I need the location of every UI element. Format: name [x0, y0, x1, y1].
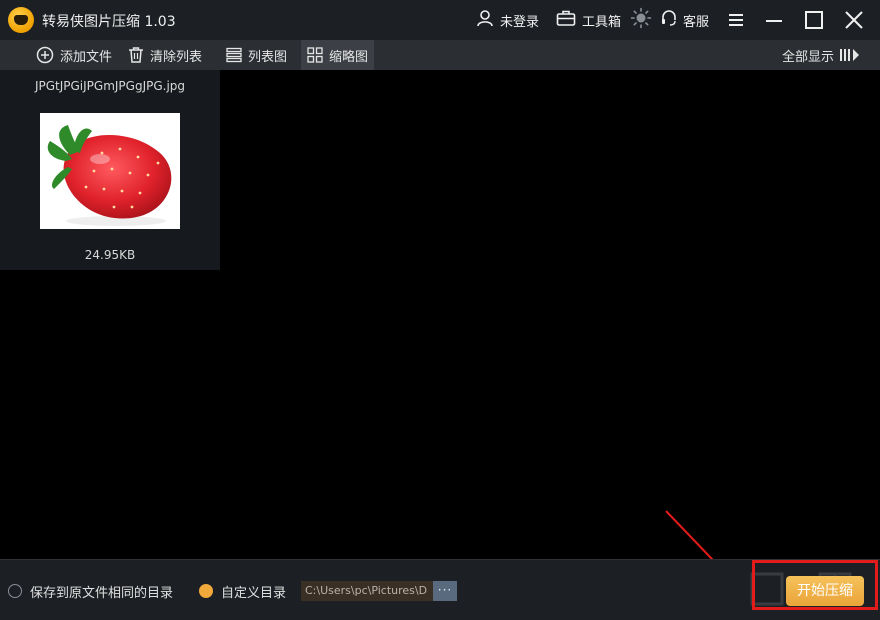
browse-folder-button[interactable]: ··· [433, 581, 457, 601]
custom-dir-option[interactable]: 自定义目录 [199, 581, 286, 601]
title-bar: 转易侠图片压缩 1.03 未登录 工具箱 客服 [0, 0, 880, 40]
add-file-label: 添加文件 [60, 49, 113, 65]
custom-dir-label: 自定义目录 [221, 585, 287, 601]
close-button[interactable] [842, 8, 866, 32]
user-icon [476, 9, 494, 31]
same-dir-radio[interactable] [8, 584, 22, 598]
toolbox-button[interactable]: 工具箱 [556, 9, 621, 31]
file-thumbnail-area: JPGtJPGiJPGmJPGgJPG.jpg 24.95KB [0, 70, 880, 615]
minimize-icon [766, 20, 782, 22]
same-dir-label: 保存到原文件相同的目录 [30, 585, 174, 601]
thumbnail-view-label: 缩略图 [329, 49, 369, 65]
plus-circle-icon [36, 46, 54, 64]
list-view-icon [226, 47, 242, 63]
file-thumbnail-card[interactable]: JPGtJPGiJPGmJPGgJPG.jpg 24.95KB [0, 70, 220, 270]
list-view-button[interactable]: 列表图 [220, 40, 293, 70]
toolbox-label: 工具箱 [582, 14, 622, 30]
theme-toggle[interactable] [630, 7, 652, 33]
list-view-label: 列表图 [248, 49, 288, 65]
grid-view-icon [307, 47, 323, 63]
file-preview-image [40, 113, 180, 229]
show-all-label: 全部显示 [781, 49, 834, 65]
service-label: 客服 [683, 14, 710, 30]
menu-button[interactable] [724, 8, 748, 32]
output-options-bar: 保存到原文件相同的目录 自定义目录 C:\Users\pc\Pictures\D… [0, 559, 880, 620]
thumbnail-view-button[interactable]: 缩略图 [301, 40, 375, 70]
service-button[interactable]: 客服 [661, 9, 709, 31]
add-file-button[interactable]: 添加文件 [30, 40, 118, 70]
close-icon [845, 11, 863, 29]
file-size: 24.95KB [84, 248, 136, 262]
login-button[interactable]: 未登录 [476, 9, 539, 31]
minimize-button[interactable] [762, 8, 786, 32]
highlight-annotation-box [752, 560, 878, 610]
clear-list-label: 清除列表 [150, 49, 203, 65]
output-path-field[interactable]: C:\Users\pc\Pictures\D [301, 581, 433, 601]
trash-icon [129, 47, 143, 63]
maximize-button[interactable] [802, 8, 826, 32]
show-all-button[interactable]: 全部显示 [782, 40, 860, 70]
sun-icon [630, 7, 652, 33]
collapse-bars-icon [840, 49, 859, 61]
toolbar: 添加文件 清除列表 列表图 缩略图 全部显示 [0, 40, 880, 70]
hamburger-menu-icon [729, 14, 743, 26]
same-dir-option[interactable]: 保存到原文件相同的目录 [8, 581, 173, 601]
app-title: 转易侠图片压缩 1.03 [42, 14, 176, 30]
headset-icon [661, 9, 677, 31]
maximize-icon [805, 11, 823, 29]
briefcase-icon [556, 9, 576, 31]
clear-list-button[interactable]: 清除列表 [122, 40, 208, 70]
login-label: 未登录 [500, 14, 540, 30]
custom-dir-radio[interactable] [199, 584, 213, 598]
app-logo-icon [8, 7, 34, 33]
file-name: JPGtJPGiJPGmJPGgJPG.jpg [34, 79, 186, 93]
